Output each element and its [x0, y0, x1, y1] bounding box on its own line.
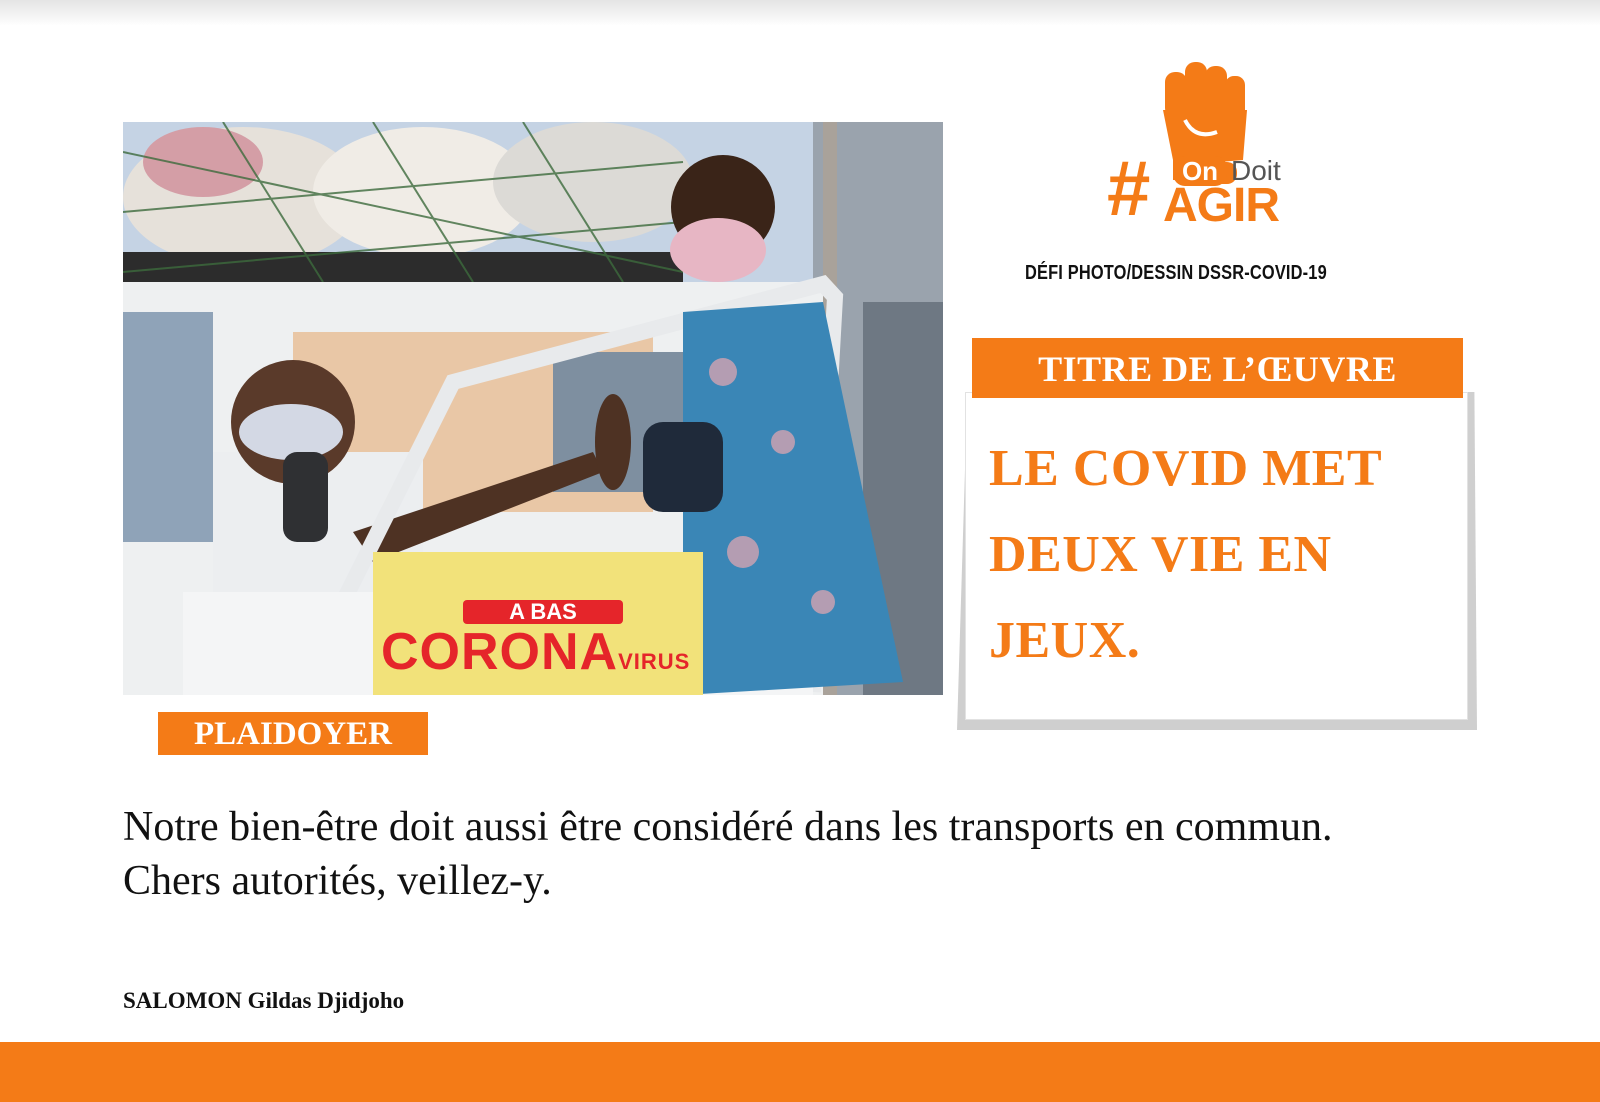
title-card: TITRE DE L’ŒUVRE LE COVID MET DEUX VIE E…: [957, 338, 1477, 730]
sign-line1: A BAS: [509, 599, 577, 624]
category-tag: PLAIDOYER: [158, 712, 428, 755]
top-shade: [0, 0, 1600, 26]
card-header: TITRE DE L’ŒUVRE: [972, 338, 1463, 398]
sign-line2: CORONAVIRUS: [381, 622, 690, 682]
logo-hash: #: [1107, 144, 1151, 232]
work-title: LE COVID MET DEUX VIE EN JEUX.: [989, 440, 1382, 669]
artwork-photo: A BAS CORONAVIRUS: [123, 122, 943, 695]
sign-corona: CORONA: [381, 623, 619, 681]
sign-virus: VIRUS: [618, 649, 691, 674]
challenge-label: DÉFI PHOTO/DESSIN DSSR-COVID-19: [1025, 262, 1327, 284]
bottom-bar: [0, 1042, 1600, 1102]
author-name: SALOMON Gildas Djidjoho: [123, 988, 405, 1013]
ondoitagir-logo: # On Doit AGIR: [1107, 60, 1315, 235]
plea-text: Notre bien-être doit aussi être considér…: [123, 804, 1333, 904]
category-label: PLAIDOYER: [193, 716, 393, 752]
card-header-label: TITRE DE L’ŒUVRE: [1038, 349, 1397, 389]
logo-agir: AGIR: [1163, 179, 1280, 232]
